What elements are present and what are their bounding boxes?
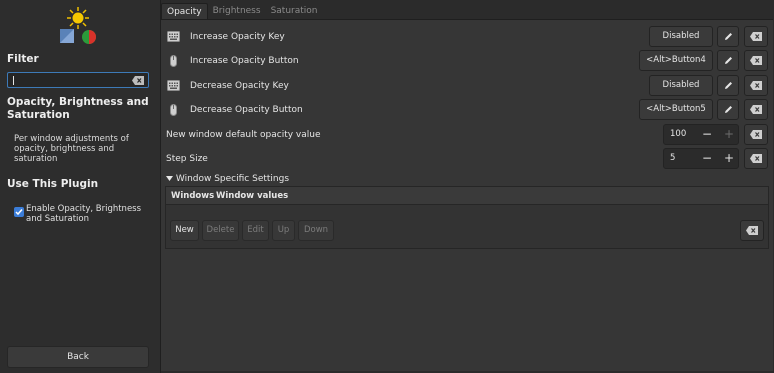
decrement-button[interactable]: − xyxy=(696,149,718,168)
clear-icon xyxy=(750,154,762,163)
decrease-opacity-key-label: Decrease Opacity Key xyxy=(190,81,289,91)
filter-heading: Filter xyxy=(7,53,39,65)
pencil-icon xyxy=(724,82,732,89)
edit-decrease-button-button[interactable] xyxy=(717,99,739,120)
clear-window-settings-button[interactable] xyxy=(740,220,764,241)
clear-icon xyxy=(750,130,762,139)
back-button[interactable]: Back xyxy=(7,346,149,368)
tab-bar: Opacity Brightness Saturation xyxy=(161,3,323,19)
step-size-row: Step Size 5 − + xyxy=(161,148,773,170)
sidebar: Filter Opacity, Brightness and Saturatio… xyxy=(0,0,157,373)
window-specific-title: Window Specific Settings xyxy=(175,174,290,184)
default-opacity-value[interactable]: 100 xyxy=(670,125,686,144)
increase-opacity-button-label: Increase Opacity Button xyxy=(190,56,299,66)
clear-icon xyxy=(750,32,762,41)
decrease-opacity-button-row: Decrease Opacity Button <Alt>Button5 xyxy=(161,99,773,121)
decrease-opacity-key-value[interactable]: Disabled xyxy=(649,75,713,96)
window-specific-expander[interactable]: Window Specific Settings xyxy=(166,173,289,185)
default-opacity-label: New window default opacity value xyxy=(166,130,321,140)
enable-checkbox-label: Enable Opacity, Brightness and Saturatio… xyxy=(26,204,142,224)
edit-decrease-key-button[interactable] xyxy=(717,75,739,96)
clear-increase-key-button[interactable] xyxy=(744,26,768,47)
mouse-icon xyxy=(170,104,177,116)
use-plugin-heading: Use This Plugin xyxy=(7,178,99,190)
reset-default-opacity-button[interactable] xyxy=(744,124,768,145)
triangle-down-icon xyxy=(166,175,173,181)
keyboard-icon xyxy=(167,31,180,42)
filter-input[interactable] xyxy=(7,72,149,88)
main-content: Opacity Brightness Saturation Increase O… xyxy=(160,0,774,373)
clear-icon xyxy=(750,81,762,90)
clear-icon[interactable] xyxy=(132,76,144,85)
plugin-description: Per window adjustments of opacity, brigh… xyxy=(14,134,129,164)
plugin-title: Opacity, Brightness and Saturation xyxy=(7,96,149,121)
enable-checkbox[interactable] xyxy=(14,207,24,217)
delete-button[interactable]: Delete xyxy=(202,220,239,241)
edit-increase-key-button[interactable] xyxy=(717,26,739,47)
step-size-label: Step Size xyxy=(166,154,208,164)
increase-opacity-key-row: Increase Opacity Key Disabled xyxy=(161,26,773,48)
down-button[interactable]: Down xyxy=(298,220,334,241)
default-opacity-spinner[interactable]: 100 − + xyxy=(663,124,739,145)
decrease-opacity-key-row: Decrease Opacity Key Disabled xyxy=(161,75,773,97)
clear-increase-button-button[interactable] xyxy=(744,50,768,71)
increase-opacity-button-value[interactable]: <Alt>Button4 xyxy=(639,50,713,71)
clear-icon xyxy=(750,56,762,65)
decrease-opacity-button-label: Decrease Opacity Button xyxy=(190,105,303,115)
increment-button[interactable]: + xyxy=(718,125,740,144)
step-size-spinner[interactable]: 5 − + xyxy=(663,148,739,169)
tab-saturation[interactable]: Saturation xyxy=(266,3,323,19)
increment-button[interactable]: + xyxy=(718,149,740,168)
clear-icon xyxy=(750,105,762,114)
table-header: Windows Window values xyxy=(166,187,768,205)
reset-step-size-button[interactable] xyxy=(744,148,768,169)
decrease-opacity-button-value[interactable]: <Alt>Button5 xyxy=(639,99,713,120)
new-button[interactable]: New xyxy=(170,220,199,241)
clear-decrease-button-button[interactable] xyxy=(744,99,768,120)
opacity-panel: Increase Opacity Key Disabled Increase O… xyxy=(161,19,773,371)
increase-opacity-button-row: Increase Opacity Button <Alt>Button4 xyxy=(161,50,773,72)
increase-opacity-key-label: Increase Opacity Key xyxy=(190,32,285,42)
clear-icon xyxy=(746,226,758,235)
checkmark-icon xyxy=(15,209,23,216)
column-windows[interactable]: Windows xyxy=(171,187,214,205)
default-opacity-row: New window default opacity value 100 − + xyxy=(161,124,773,146)
tab-brightness[interactable]: Brightness xyxy=(208,3,266,19)
increase-opacity-key-value[interactable]: Disabled xyxy=(649,26,713,47)
plugin-icon xyxy=(60,7,96,44)
step-size-value[interactable]: 5 xyxy=(670,149,675,168)
up-button[interactable]: Up xyxy=(272,220,295,241)
decrement-button[interactable]: − xyxy=(696,125,718,144)
tab-opacity[interactable]: Opacity xyxy=(161,3,208,19)
column-window-values[interactable]: Window values xyxy=(216,187,288,205)
edit-increase-button-button[interactable] xyxy=(717,50,739,71)
mouse-icon xyxy=(170,55,177,67)
pencil-icon xyxy=(724,33,732,40)
clear-decrease-key-button[interactable] xyxy=(744,75,768,96)
text-caret xyxy=(13,76,14,85)
pencil-icon xyxy=(724,106,732,113)
keyboard-icon xyxy=(167,80,180,91)
pencil-icon xyxy=(724,57,732,64)
edit-button[interactable]: Edit xyxy=(242,220,269,241)
